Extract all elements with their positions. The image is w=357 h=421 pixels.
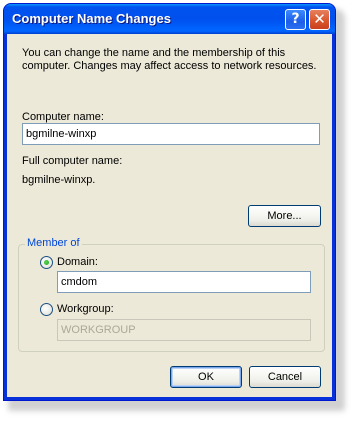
workgroup-label: Workgroup: (57, 303, 114, 315)
more-button[interactable]: More... (248, 205, 321, 227)
window-title: Computer Name Changes (12, 11, 171, 26)
help-button[interactable]: ? (285, 9, 306, 30)
domain-input[interactable] (57, 271, 311, 293)
radio-selected-dot (44, 260, 49, 265)
description-text: You can change the name and the membersh… (22, 47, 317, 72)
member-of-legend: Member of (25, 237, 82, 249)
domain-radio[interactable] (40, 256, 53, 269)
cancel-button[interactable]: Cancel (249, 366, 321, 388)
computer-name-label: Computer name: (22, 111, 104, 123)
dialog-body: You can change the name and the membersh… (7, 34, 332, 397)
close-icon: ✕ (313, 10, 326, 28)
close-button[interactable]: ✕ (309, 9, 330, 30)
workgroup-radio[interactable] (40, 303, 53, 316)
workgroup-input[interactable] (57, 319, 311, 341)
help-icon: ? (291, 11, 300, 27)
computer-name-input[interactable] (22, 123, 320, 145)
dialog-window: Computer Name Changes ? ✕ You can change… (3, 3, 336, 401)
title-bar[interactable]: Computer Name Changes ? ✕ (4, 4, 335, 34)
domain-label: Domain: (57, 256, 98, 268)
ok-button[interactable]: OK (170, 366, 242, 388)
full-computer-name-value: bgmilne-winxp. (22, 174, 96, 186)
full-computer-name-label: Full computer name: (22, 155, 123, 167)
member-of-group: Member of Domain: Workgroup: (18, 237, 325, 352)
